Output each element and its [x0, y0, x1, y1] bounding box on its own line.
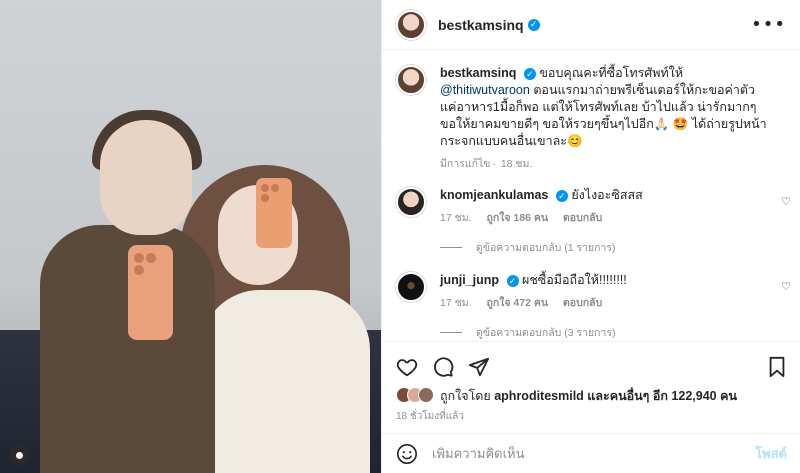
comment-body: knomjeankulamas ✓ ยังไงอะซิสสส 17 ชม. ถู… [440, 187, 770, 227]
photo-phone [128, 245, 173, 340]
action-icons-row [382, 342, 800, 382]
liker-avatars [396, 387, 436, 405]
like-heart-icon[interactable] [396, 356, 418, 378]
caption-edited-label: มีการแก้ไข [440, 158, 491, 170]
post-actions: ถูกใจโดย aphroditesmild และคนอื่นๆ อีก 1… [382, 341, 800, 427]
comment-meta: 17 ชม. ถูกใจ 186 คน ตอบกลับ [440, 210, 770, 227]
comment-text: ผชซื้อมือถือให้!!!!!!!! [522, 273, 627, 287]
caption-text-pre: ขอบคุณคะที่ซื้อโทรศัพท์ให้ [539, 66, 684, 80]
comment-author-avatar[interactable] [396, 272, 426, 302]
comment-username[interactable]: junji_junp [440, 273, 499, 287]
verified-badge-icon: ✓ [555, 189, 568, 202]
caption-username[interactable]: bestkamsinq [440, 66, 516, 80]
comment-reply-button[interactable]: ตอบกลับ [563, 297, 602, 309]
save-bookmark-icon[interactable] [767, 356, 787, 378]
comment-form: โพสต์ [382, 433, 800, 473]
view-replies-button[interactable]: ดูข้อความตอบกลับ (3 รายการ) [440, 324, 800, 341]
verified-badge-icon: ✓ [523, 67, 536, 80]
comment-time[interactable]: 17 ชม. [440, 212, 472, 224]
photo-person-body [200, 290, 370, 473]
post-photo[interactable] [0, 0, 381, 473]
replies-divider [440, 332, 462, 333]
more-options-icon[interactable]: ••• [751, 14, 786, 35]
view-replies-button[interactable]: ดูข้อความตอบกลับ (1 รายการ) [440, 239, 800, 256]
likes-suffix[interactable]: และคนอื่นๆ อีก 122,940 คน [587, 386, 737, 406]
emoji-icon[interactable] [396, 443, 418, 465]
comments-scroll-area[interactable]: bestkamsinq ✓ ขอบคุณคะที่ซื้อโทรศัพท์ให้… [382, 51, 800, 341]
likes-prefix: ถูกใจโดย [440, 389, 491, 403]
post-time[interactable]: 18 ชั่วโมงที่แล้ว [382, 406, 800, 424]
replies-divider [440, 247, 462, 248]
caption: bestkamsinq ✓ ขอบคุณคะที่ซื้อโทรศัพท์ให้… [382, 65, 800, 173]
comment-reply-button[interactable]: ตอบกลับ [563, 212, 602, 224]
comment-likes[interactable]: ถูกใจ 472 คน [486, 297, 548, 309]
likes-user[interactable]: aphroditesmild [494, 389, 584, 403]
photo-person-face [100, 120, 192, 235]
comment-likes[interactable]: ถูกใจ 186 คน [486, 212, 548, 224]
tagged-user-icon[interactable] [9, 445, 29, 465]
comment-author-avatar[interactable] [396, 187, 426, 217]
post-comment-button[interactable]: โพสต์ [755, 443, 787, 464]
caption-author-avatar[interactable] [396, 65, 426, 95]
author-avatar[interactable] [396, 9, 426, 40]
author-username[interactable]: bestkamsinq [438, 17, 524, 33]
view-replies-label: ดูข้อความตอบกลับ (1 รายการ) [476, 242, 616, 254]
instagram-post-view: bestkamsinq ✓ ••• bestkamsinq ✓ ขอบคุณคะ… [0, 0, 800, 473]
verified-badge-icon: ✓ [527, 18, 540, 31]
comment-text: ยังไงอะซิสสส [571, 188, 643, 202]
comment-body: junji_junp ✓ ผชซื้อมือถือให้!!!!!!!! 17 … [440, 272, 770, 312]
verified-badge-icon: ✓ [506, 274, 519, 287]
caption-mention-link[interactable]: @thitiwutvaroon [440, 83, 530, 97]
comment-icon[interactable] [432, 356, 454, 378]
comment-input[interactable] [432, 446, 756, 461]
comment-item: junji_junp ✓ ผชซื้อมือถือให้!!!!!!!! 17 … [382, 272, 800, 312]
comment-item: knomjeankulamas ✓ ยังไงอะซิสสส 17 ชม. ถู… [382, 187, 800, 227]
comment-time[interactable]: 17 ชม. [440, 297, 472, 309]
post-details-pane: bestkamsinq ✓ ••• bestkamsinq ✓ ขอบคุณคะ… [381, 0, 800, 473]
comment-like-heart-icon[interactable]: ♡ [781, 280, 791, 293]
share-paper-plane-icon[interactable] [468, 356, 490, 378]
caption-time[interactable]: 18 ชม. [501, 158, 533, 170]
caption-meta: มีการแก้ไข · 18 ชม. [440, 158, 533, 170]
post-header: bestkamsinq ✓ ••• [382, 0, 800, 50]
photo-phone [256, 178, 292, 248]
likes-summary: ถูกใจโดย aphroditesmild และคนอื่นๆ อีก 1… [382, 382, 800, 406]
caption-body: bestkamsinq ✓ ขอบคุณคะที่ซื้อโทรศัพท์ให้… [440, 65, 770, 173]
view-replies-label: ดูข้อความตอบกลับ (3 รายการ) [476, 327, 616, 339]
comment-like-heart-icon[interactable]: ♡ [781, 195, 791, 208]
liker-avatar [418, 387, 434, 403]
comment-meta: 17 ชม. ถูกใจ 472 คน ตอบกลับ [440, 295, 770, 312]
comment-username[interactable]: knomjeankulamas [440, 188, 548, 202]
